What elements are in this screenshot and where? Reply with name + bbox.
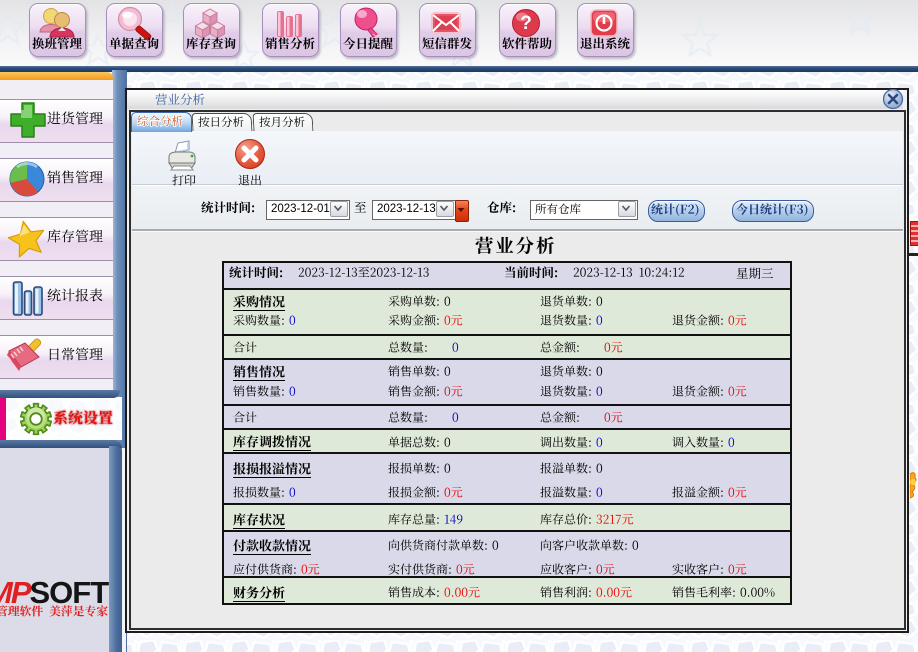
svg-text:?: ?: [520, 13, 532, 34]
